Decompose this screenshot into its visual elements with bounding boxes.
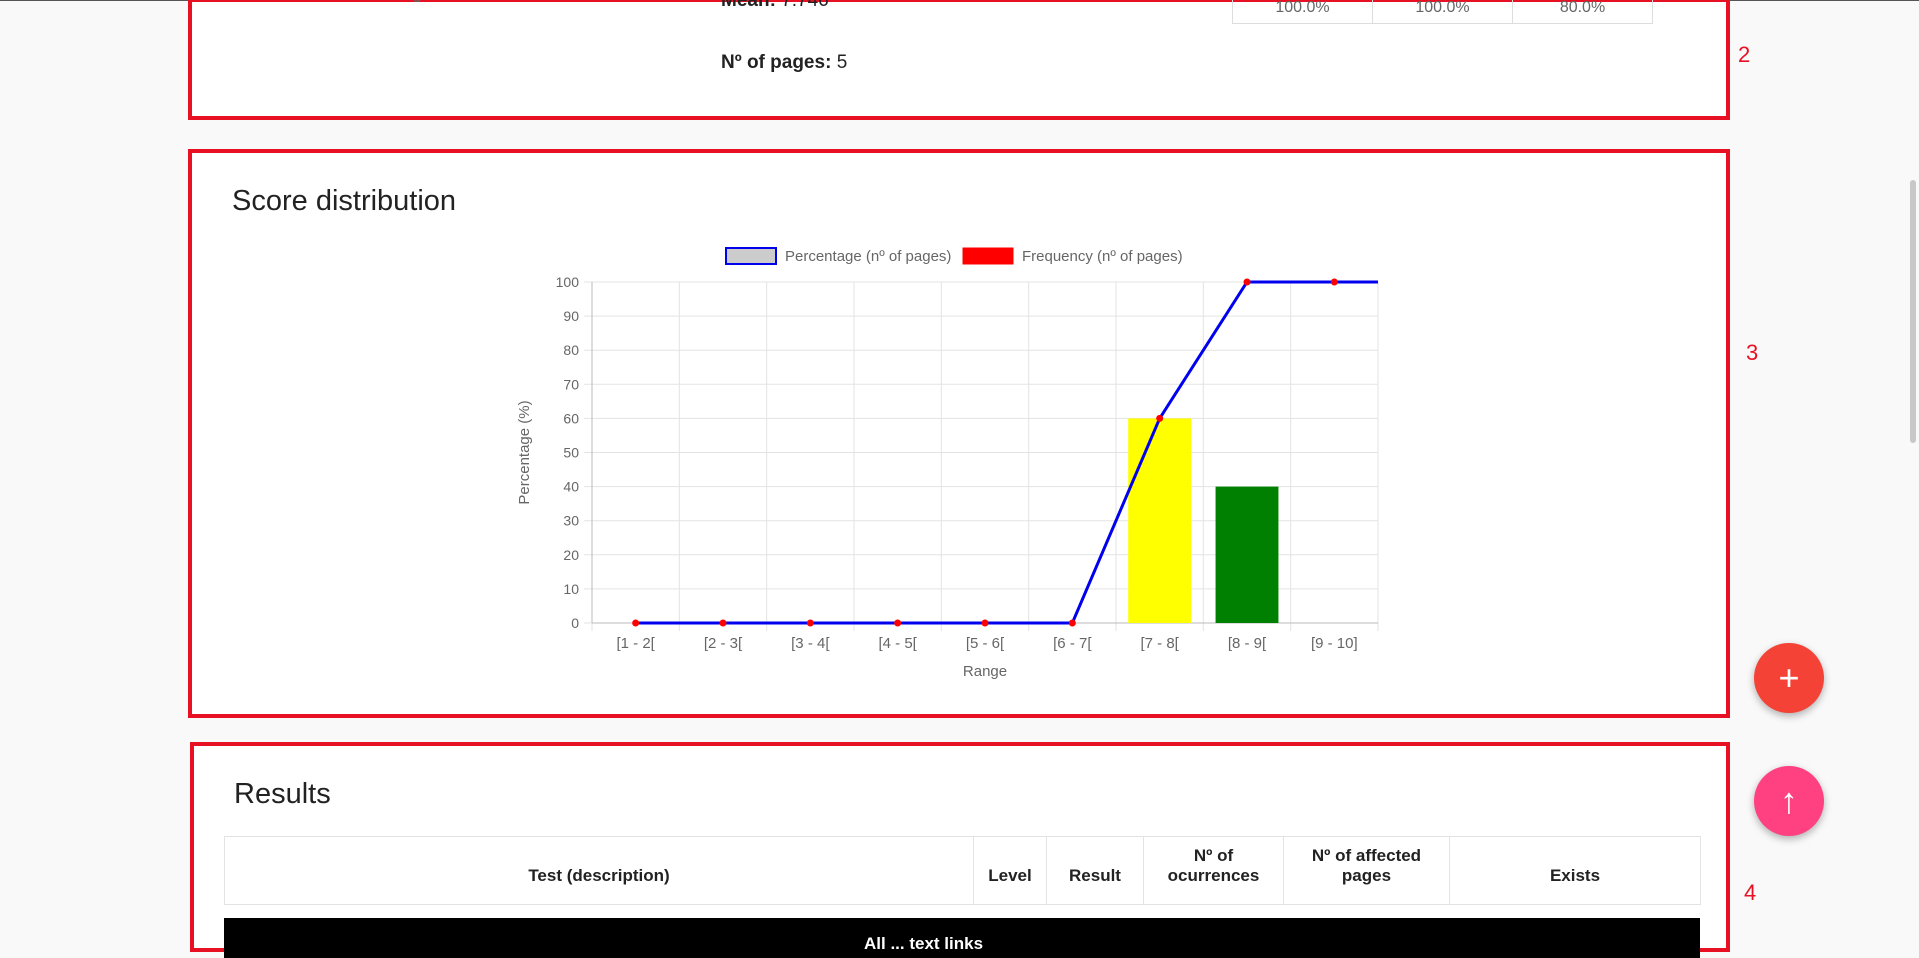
col-ocurrences[interactable]: Nº of ocurrences	[1143, 836, 1284, 905]
legend-swatch-frequency	[962, 247, 1014, 265]
col-result[interactable]: Result	[1046, 836, 1144, 905]
frequency-bar	[1215, 486, 1279, 623]
annotation-4: 4	[1744, 880, 1757, 905]
y-tick-label: 30	[563, 513, 579, 529]
pages-value: 5	[836, 52, 848, 73]
y-tick-label: 70	[563, 376, 579, 392]
results-title: Results	[234, 778, 331, 810]
x-tick-label: [1 - 2[	[616, 635, 655, 652]
summary-card: 9 Mean: 7.746 Nº of pages: 5 100.0% 100.…	[188, 0, 1730, 120]
percentage-point	[1243, 278, 1251, 286]
legend-label-percentage: Percentage (nº of pages)	[785, 248, 951, 265]
col-test-description[interactable]: Test (description)	[224, 836, 974, 905]
results-table: Test (description) Level Result Nº of oc…	[224, 836, 1701, 905]
results-header-row: Test (description) Level Result Nº of oc…	[224, 836, 1701, 905]
col-exists[interactable]: Exists	[1449, 836, 1701, 905]
annotation-3: 3	[1746, 340, 1759, 365]
mean-stat: Mean: 7.746	[721, 0, 829, 12]
annotation-2: 2	[1738, 42, 1751, 67]
y-tick-label: 0	[571, 615, 579, 631]
y-tick-label: 100	[556, 274, 580, 290]
legend-label-frequency: Frequency (nº of pages)	[1022, 248, 1183, 265]
mean-value: 7.746	[781, 0, 829, 11]
y-tick-label: 90	[563, 308, 579, 324]
y-tick-label: 40	[563, 479, 579, 495]
cut-text: 9	[412, 0, 423, 8]
pages-label: Nº of pages:	[721, 52, 832, 73]
mini-cell: 100.0%	[1232, 0, 1373, 24]
x-tick-label: [3 - 4[	[791, 635, 830, 652]
y-axis-title: Percentage (%)	[516, 400, 533, 504]
results-card: Results Test (description) Level Result …	[190, 742, 1730, 958]
y-tick-label: 80	[563, 342, 579, 358]
x-tick-label: [9 - 10]	[1311, 635, 1358, 652]
percentage-point	[1156, 414, 1164, 422]
add-fab-button[interactable]: +	[1754, 643, 1824, 713]
percentage-point	[894, 619, 902, 627]
results-group-row: All ... text links	[224, 918, 1700, 958]
mean-label: Mean:	[721, 0, 776, 11]
y-tick-label: 20	[563, 547, 579, 563]
summary-mini-table: 100.0% 100.0% 80.0%	[1232, 0, 1653, 24]
percentage-point	[719, 619, 727, 627]
x-tick-label: [4 - 5[	[878, 635, 917, 652]
col-affected-pages[interactable]: Nº of affected pages	[1283, 836, 1450, 905]
percentage-point	[1068, 619, 1076, 627]
x-tick-label: [2 - 3[	[704, 635, 743, 652]
x-tick-label: [8 - 9[	[1228, 635, 1267, 652]
y-tick-label: 50	[563, 445, 579, 461]
mini-cell: 80.0%	[1512, 0, 1653, 24]
legend-swatch-percentage	[725, 247, 777, 265]
mini-cell: 100.0%	[1372, 0, 1513, 24]
page-scrollbar[interactable]	[1910, 180, 1916, 443]
scroll-top-fab-button[interactable]: ↑	[1754, 766, 1824, 836]
group-row-label: All ... text links	[864, 934, 984, 953]
frequency-bar	[1128, 418, 1192, 623]
percentage-point	[806, 619, 814, 627]
x-axis-title: Range	[963, 663, 1007, 680]
y-tick-label: 10	[563, 581, 579, 597]
x-tick-label: [6 - 7[	[1053, 635, 1092, 652]
percentage-point	[1330, 278, 1338, 286]
arrow-up-icon: ↑	[1780, 780, 1798, 821]
score-distribution-chart: 0 10 20 30 40 50 60 70 80 90 100 [1 - 2[ [2 - 3[ [3 -…	[516, 247, 1379, 680]
x-tick-label: [7 - 8[	[1140, 635, 1179, 652]
y-tick-label: 60	[563, 410, 579, 426]
score-distribution-card: Score distribution 0 10 20 30 40 50 60 70 80 90 10…	[188, 149, 1730, 718]
col-level[interactable]: Level	[973, 836, 1047, 905]
x-tick-label: [5 - 6[	[966, 635, 1005, 652]
plus-icon: +	[1778, 657, 1800, 698]
pages-stat: Nº of pages: 5	[721, 52, 847, 74]
percentage-point	[632, 619, 640, 627]
percentage-point	[981, 619, 989, 627]
